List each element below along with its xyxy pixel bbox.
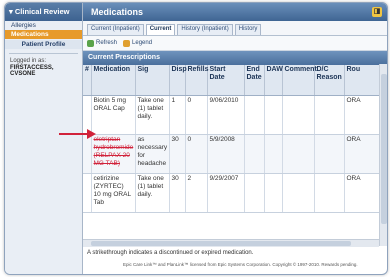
copyright-footer: Epic Care Link™ and PlanLink™ licensed f… [123, 262, 358, 267]
red-arrow-icon [59, 129, 96, 139]
strikethrough-note: A strikethrough indicates a discontinued… [87, 250, 254, 256]
refresh-label: Refresh [96, 40, 118, 46]
cell-medication: Biotin 5 mg ORAL Cap [91, 95, 136, 135]
cell-start-date: 5/9/2008 [207, 134, 245, 174]
column-header-route[interactable]: Rou [344, 65, 380, 96]
cell-dc-reason [314, 134, 345, 174]
refresh-button[interactable]: Refresh [87, 39, 118, 47]
refresh-icon [87, 39, 94, 47]
cell-route: ORA [344, 134, 380, 174]
sidebar-item-medications[interactable]: Medications [5, 30, 82, 39]
cell-comment [282, 95, 315, 135]
table-row[interactable]: cetirizine (ZYRTEC) 10 mg ORAL Tab Take … [83, 173, 380, 213]
page-title: Medications [91, 7, 144, 17]
column-header-comment[interactable]: Comment [282, 65, 317, 96]
table-header-row: # Medication Sig Disp Refills Start Date… [83, 65, 380, 96]
sidebar-divider [9, 53, 78, 54]
legend-label: Legend [132, 40, 153, 46]
cell-num [83, 134, 92, 174]
legend-button[interactable]: Legend [123, 39, 153, 47]
cell-end-date [244, 95, 265, 135]
section-title: Current Prescriptions [83, 51, 387, 65]
sidebar-item-patient-profile[interactable]: Patient Profile [5, 40, 82, 49]
vertical-scroll-thumb[interactable] [381, 74, 387, 224]
toolbar: Refresh Legend [83, 36, 387, 51]
window-control-icon[interactable]: ◨ [372, 7, 382, 17]
cell-route: ORA [344, 95, 380, 135]
table-row[interactable]: eletriptan hydrobromide (RELPAX 20 MG TA… [83, 134, 380, 174]
cell-daw [264, 134, 283, 174]
logged-in-user: FIRSTACCESS, CVSONE [10, 65, 54, 77]
column-header-disp[interactable]: Disp [169, 65, 187, 96]
cell-refills: 0 [185, 134, 208, 174]
cell-start-date: 9/29/2007 [207, 173, 245, 213]
horizontal-scroll-thumb[interactable] [91, 241, 351, 246]
tab-strip: Current (Inpatient) Current History (Inp… [83, 21, 387, 36]
cell-refills: 0 [185, 95, 208, 135]
sidebar-header-label: Clinical Review [14, 7, 70, 16]
column-header-num[interactable]: # [83, 65, 92, 96]
cell-comment [282, 173, 315, 213]
vertical-scrollbar[interactable] [379, 64, 387, 246]
page-title-bar: Medications ◨ [83, 3, 387, 21]
cell-sig: Take one (1) tablet daily. [135, 95, 170, 135]
cell-refills: 2 [185, 173, 208, 213]
sidebar-header[interactable]: ▾ Clinical Review [5, 3, 82, 21]
cell-dc-reason [314, 95, 345, 135]
cell-end-date [244, 134, 265, 174]
cell-medication: cetirizine (ZYRTEC) 10 mg ORAL Tab [91, 173, 136, 213]
column-header-medication[interactable]: Medication [91, 65, 136, 96]
main-panel: Medications ◨ Current (Inpatient) Curren… [83, 3, 387, 274]
tab-current[interactable]: Current [145, 24, 176, 35]
cell-route: ORA [344, 173, 380, 213]
column-header-daw[interactable]: DAW [264, 65, 283, 96]
cell-sig: as necessary for headache [135, 134, 170, 174]
sidebar-item-allergies[interactable]: Allergies [5, 21, 82, 30]
cell-medication: eletriptan hydrobromide (RELPAX 20 MG TA… [91, 134, 136, 174]
column-header-start-date[interactable]: Start Date [207, 65, 245, 96]
column-header-end-date[interactable]: End Date [244, 65, 265, 96]
cell-comment [282, 134, 315, 174]
cell-end-date [244, 173, 265, 213]
column-header-refills[interactable]: Refills [185, 65, 209, 96]
legend-icon [123, 39, 131, 47]
prescriptions-table-wrap: # Medication Sig Disp Refills Start Date… [83, 65, 387, 213]
cell-daw [264, 95, 283, 135]
app-window: ▾ Clinical Review Allergies Medications … [4, 2, 388, 275]
cell-disp: 1 [169, 95, 186, 135]
tab-history[interactable]: History [234, 24, 262, 35]
horizontal-scrollbar[interactable] [83, 239, 379, 247]
cell-start-date: 9/06/2010 [207, 95, 245, 135]
cell-dc-reason [314, 173, 345, 213]
tab-history-inpatient[interactable]: History (Inpatient) [177, 24, 233, 35]
tab-current-inpatient[interactable]: Current (Inpatient) [87, 24, 144, 35]
prescriptions-table: # Medication Sig Disp Refills Start Date… [83, 65, 380, 213]
cell-sig: Take one (1) tablet daily. [135, 173, 170, 213]
cell-daw [264, 173, 283, 213]
table-row[interactable]: Biotin 5 mg ORAL Cap Take one (1) tablet… [83, 95, 380, 135]
column-header-dc-reason[interactable]: D/C Reason [314, 65, 345, 96]
cell-num [83, 173, 92, 213]
column-header-sig[interactable]: Sig [135, 65, 170, 96]
cell-disp: 30 [169, 134, 186, 174]
cell-disp: 30 [169, 173, 186, 213]
